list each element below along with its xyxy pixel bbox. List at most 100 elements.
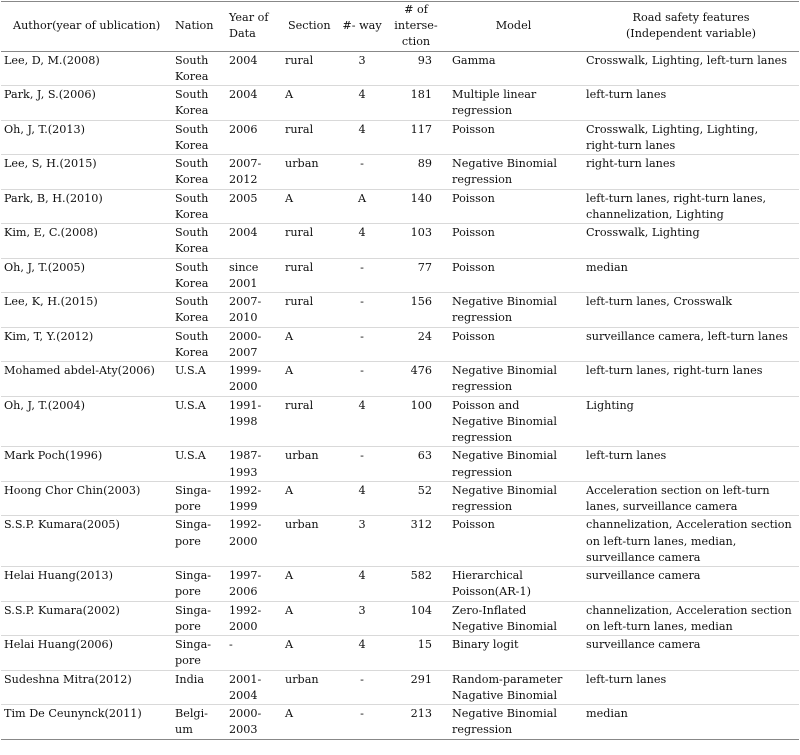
cell-section: A: [282, 704, 336, 740]
cell-year-text: 1987- 1993: [229, 449, 262, 479]
cell-year-text: 2006: [229, 122, 258, 136]
cell-author: Mark Poch(1996): [1, 446, 172, 482]
cell-year-text: -: [229, 638, 233, 652]
cell-features: right-turn lanes: [578, 154, 799, 190]
cell-model: Poisson: [444, 257, 578, 293]
cell-way: -: [336, 704, 388, 740]
cell-way-text: A: [357, 191, 367, 205]
cell-author: Mohamed abdel-Aty(2006): [1, 361, 172, 397]
cell-model-text: Negative Binomial regression: [452, 295, 557, 325]
cell-model-text: Random-parameter Nagative Binomial: [452, 672, 563, 702]
cell-author: Kim, E, C.(2008): [1, 223, 172, 259]
cell-nation: Belgi- um: [172, 704, 226, 740]
cell-nation: South Korea: [172, 292, 226, 328]
cell-way: 3: [336, 51, 388, 86]
cell-way: 3: [336, 600, 388, 636]
cell-year-text: 2005: [229, 191, 258, 205]
cell-way: -: [336, 326, 388, 362]
cell-nation-text: Singa- pore: [175, 483, 212, 514]
cell-model: Negative Binomial regression: [444, 361, 578, 397]
cell-author-text: Oh, J, T.(2013): [4, 122, 86, 136]
cell-features: channelization, Acceleration section on …: [578, 600, 799, 636]
cell-way-text: 3: [358, 603, 366, 617]
cell-model-text: Hierarchical Poisson(AR-1): [452, 569, 531, 599]
cell-section-text: rural: [285, 226, 314, 240]
cell-features: Lighting: [578, 395, 799, 447]
cell-nation-text: South Korea: [175, 157, 209, 187]
cell-model-text: Poisson: [452, 329, 495, 343]
cell-author-text: Park, B, H.(2010): [4, 191, 103, 205]
cell-year: 1992- 1999: [226, 480, 282, 516]
cell-year: 2004: [226, 223, 282, 259]
cell-year-text: 2000- 2007: [229, 329, 262, 359]
cell-intersections: 63: [388, 446, 444, 482]
cell-nation: India: [172, 669, 226, 705]
cell-author: Oh, J, T.(2013): [1, 119, 172, 155]
cell-year-text: 2004: [229, 88, 258, 102]
cell-way: -: [336, 669, 388, 705]
cell-year: 2005: [226, 188, 282, 224]
cell-features-text: surveillance camera: [586, 638, 701, 652]
cell-year-text: 2004: [229, 226, 258, 240]
cell-section-text: A: [285, 483, 294, 497]
cell-features: left-turn lanes, right-turn lanes, chann…: [578, 188, 799, 224]
cell-section-text: A: [285, 603, 294, 617]
cell-intersections: 89: [388, 154, 444, 190]
cell-nation: South Korea: [172, 326, 226, 362]
table-row: S.S.P. Kumara(2005) Singa- pore 1992- 2000…: [1, 515, 799, 567]
table-row: Mohamed abdel-Aty(2006) U.S.A 1999- 2000 A -…: [1, 361, 799, 397]
cell-features-text: surveillance camera: [586, 569, 701, 583]
cell-model-text: Poisson: [452, 518, 495, 532]
cell-author: Hoong Chor Chin(2003): [1, 480, 172, 516]
cell-author: Sudeshna Mitra(2012): [1, 669, 172, 705]
cell-model: Negative Binomial regression: [444, 292, 578, 328]
cell-section: A: [282, 188, 336, 224]
cell-way-text: 4: [358, 226, 366, 240]
cell-intersections-text: 104: [410, 603, 432, 617]
cell-nation: Singa- pore: [172, 600, 226, 636]
table-row: Park, J, S.(2006) South Korea 2004 A 4 181 Mul…: [1, 85, 799, 121]
cell-model: Negative Binomial regression: [444, 154, 578, 190]
cell-year-text: 1992- 2000: [229, 603, 262, 633]
table-row: Lee, K, H.(2015) South Korea 2007- 2010 rur…: [1, 292, 799, 328]
cell-model: Random-parameter Nagative Binomial: [444, 669, 578, 705]
cell-way-text: -: [360, 157, 364, 171]
cell-model: Poisson: [444, 515, 578, 567]
cell-intersections: 93: [388, 51, 444, 86]
cell-features: left-turn lanes: [578, 669, 799, 705]
cell-section-text: A: [285, 329, 294, 343]
cell-model-text: Poisson: [452, 226, 495, 240]
cell-intersections: 104: [388, 600, 444, 636]
cell-way: 4: [336, 566, 388, 602]
cell-year-text: 1992- 1999: [229, 483, 262, 514]
cell-intersections-text: 213: [410, 707, 432, 721]
cell-model: Poisson: [444, 188, 578, 224]
cell-intersections: 213: [388, 704, 444, 740]
cell-nation-text: South Korea: [175, 295, 209, 325]
cell-nation: Singa- pore: [172, 515, 226, 567]
cell-features: surveillance camera, left-turn lanes: [578, 326, 799, 362]
cell-way: -: [336, 154, 388, 190]
cell-section: A: [282, 600, 336, 636]
cell-intersections: 582: [388, 566, 444, 602]
cell-model: Gamma: [444, 51, 578, 86]
cell-year-text: 2004: [229, 53, 258, 67]
cell-way-text: -: [360, 672, 364, 686]
cell-intersections: 103: [388, 223, 444, 259]
cell-section-text: rural: [285, 53, 314, 67]
cell-author: S.S.P. Kumara(2005): [1, 515, 172, 567]
cell-year: 1992- 2000: [226, 515, 282, 567]
cell-nation-text: Singa- pore: [175, 638, 212, 668]
cell-model-text: Gamma: [452, 53, 496, 67]
cell-year: 1997- 2006: [226, 566, 282, 602]
cell-section: A: [282, 566, 336, 602]
cell-section-text: A: [285, 88, 294, 102]
table-row: Lee, S, H.(2015) South Korea 2007- 2012 urb…: [1, 154, 799, 190]
cell-author-text: Hoong Chor Chin(2003): [4, 483, 141, 497]
cell-intersections-text: 117: [410, 122, 432, 136]
cell-nation: South Korea: [172, 257, 226, 293]
cell-features: median: [578, 257, 799, 293]
cell-section-text: A: [285, 707, 294, 721]
cell-author-text: Helai Huang(2006): [4, 638, 113, 652]
cell-intersections-text: 156: [410, 295, 432, 309]
